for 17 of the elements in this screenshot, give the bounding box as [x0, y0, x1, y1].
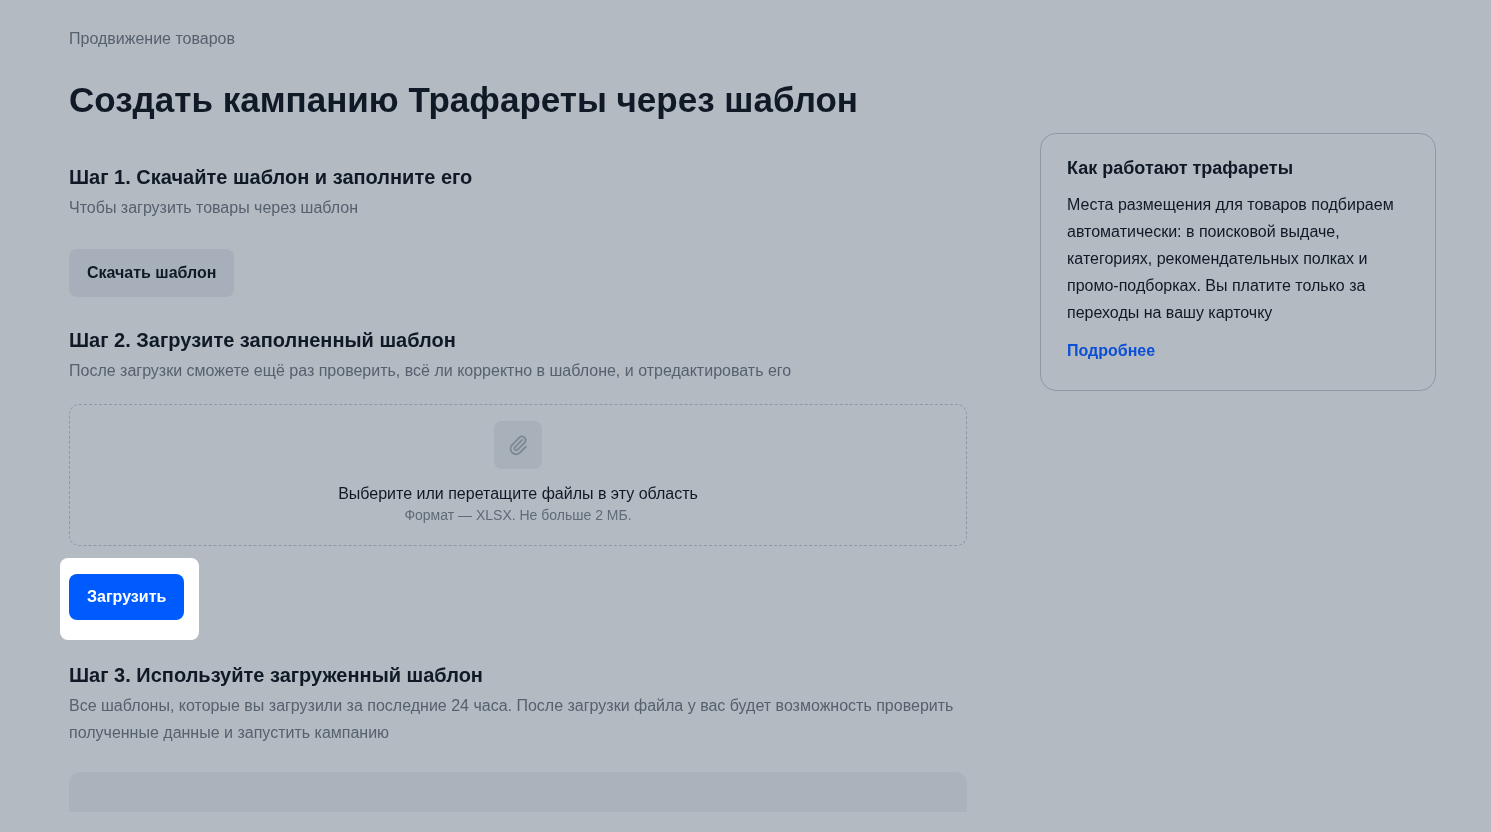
file-drop-zone[interactable]: Выберите или перетащите файлы в эту область Формат — XLSX. Не больше 2 МБ.: [69, 404, 967, 546]
step-description: После загрузки сможете ещё раз проверить, всё ли корректно в шаблоне, и отредактировать его: [69, 361, 793, 381]
step-description: Все шаблоны, которые вы загрузили за последние 24 часа. После загрузки файла у вас будет возможность проверить полученные данные и запустить кампанию: [69, 696, 955, 743]
step-description: Чтобы загрузить товары через шаблон: [69, 198, 359, 218]
more-link[interactable]: Подробнее: [1067, 342, 1156, 360]
drop-zone-text: Выберите или перетащите файлы в эту область: [338, 485, 698, 503]
download-template-button[interactable]: Скачать шаблон: [69, 249, 235, 297]
info-card-text: Места размещения для товаров подбираем автоматически: в поисковой выдаче, категориях, рекомендательных полках и промо-подборках. Вы платите только за переходы на вашу карточку: [1067, 195, 1395, 323]
step-heading: Шаг 3. Используйте загруженный шаблон: [69, 663, 484, 688]
upload-button[interactable]: Загрузить: [69, 574, 185, 620]
paperclip-icon: [494, 421, 542, 469]
drop-zone-hint: Формат — XLSX. Не больше 2 МБ.: [404, 507, 632, 523]
step-heading: Шаг 1. Скачайте шаблон и заполните его: [69, 165, 474, 190]
page-title: Создать кампанию Трафареты через шаблон: [69, 79, 859, 121]
step-heading: Шаг 2. Загрузите заполненный шаблон: [69, 328, 457, 353]
breadcrumb[interactable]: Продвижение товаров: [69, 30, 1436, 48]
info-card-title: Как работают трафареты: [1067, 158, 1294, 179]
